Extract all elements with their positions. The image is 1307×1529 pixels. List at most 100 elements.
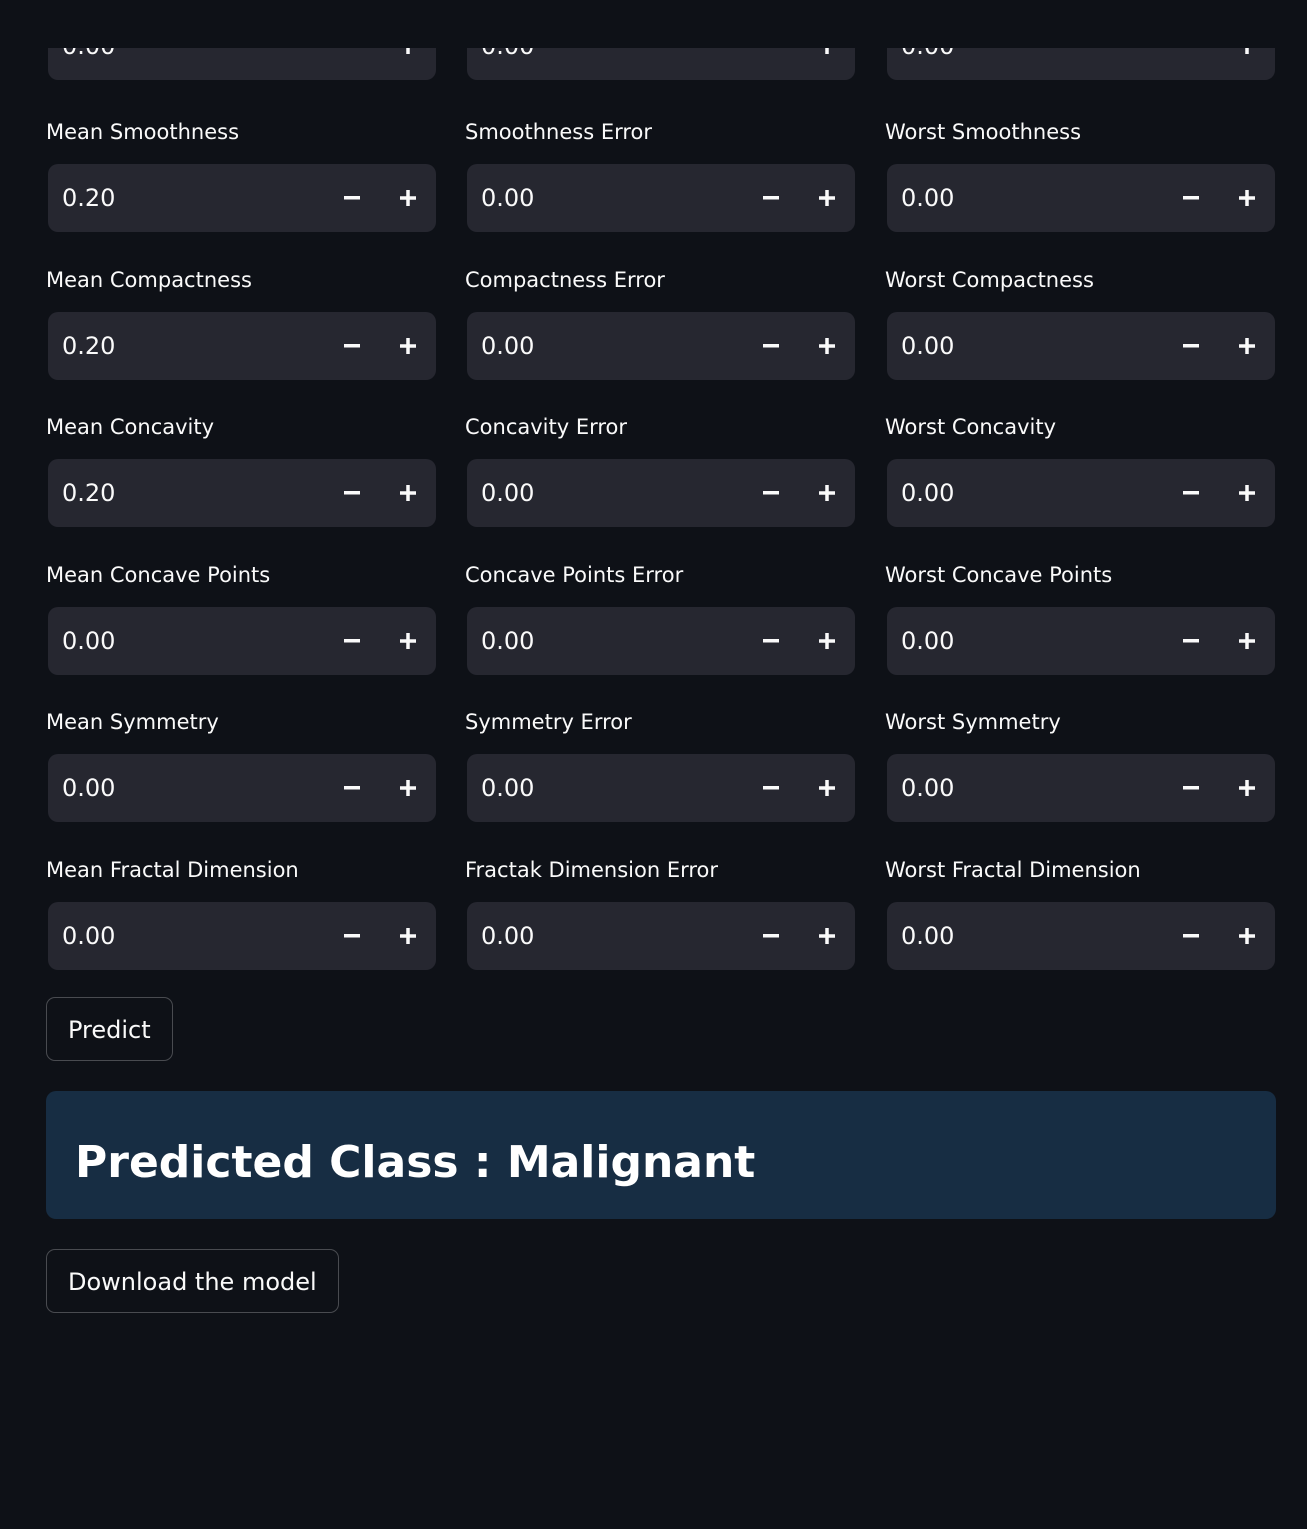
increment-button[interactable] xyxy=(799,164,855,232)
number-input[interactable]: 0.20 xyxy=(48,312,436,380)
decrement-button[interactable] xyxy=(743,754,799,822)
minus-icon xyxy=(763,491,779,495)
plus-icon xyxy=(1239,190,1255,206)
decrement-button[interactable] xyxy=(324,607,380,675)
prediction-result-box: Predicted Class : Malignant xyxy=(46,1091,1276,1219)
decrement-button[interactable] xyxy=(1163,754,1219,822)
number-input-value[interactable]: 0.00 xyxy=(481,312,534,380)
number-input-value[interactable]: 0.00 xyxy=(62,902,115,970)
decrement-button[interactable] xyxy=(743,312,799,380)
increment-button[interactable] xyxy=(799,312,855,380)
decrement-button[interactable] xyxy=(1163,312,1219,380)
decrement-button[interactable] xyxy=(324,902,380,970)
increment-button[interactable] xyxy=(799,754,855,822)
increment-button[interactable] xyxy=(799,902,855,970)
field-label: Mean Smoothness xyxy=(46,120,240,144)
number-input[interactable]: 0.00 xyxy=(887,607,1275,675)
increment-button[interactable] xyxy=(380,607,436,675)
increment-button[interactable] xyxy=(380,902,436,970)
number-input[interactable]: 0.00 xyxy=(467,902,855,970)
predict-button[interactable]: Predict xyxy=(46,997,173,1061)
field-label: Symmetry Error xyxy=(465,710,632,734)
plus-icon xyxy=(1239,338,1255,354)
minus-icon xyxy=(1183,786,1199,790)
decrement-button[interactable] xyxy=(324,754,380,822)
minus-icon xyxy=(1183,196,1199,200)
decrement-button[interactable] xyxy=(324,312,380,380)
number-input[interactable]: 0.00 xyxy=(887,754,1275,822)
number-input-value[interactable]: 0.00 xyxy=(901,902,954,970)
number-input-value[interactable]: 0.00 xyxy=(62,607,115,675)
decrement-button[interactable] xyxy=(743,607,799,675)
number-input[interactable]: 0.00 xyxy=(467,312,855,380)
decrement-button[interactable] xyxy=(743,902,799,970)
increment-button[interactable] xyxy=(1219,459,1275,527)
plus-icon xyxy=(1239,633,1255,649)
field-label: Mean Fractal Dimension xyxy=(46,858,299,882)
number-input-value[interactable]: 0.20 xyxy=(62,459,115,527)
number-input[interactable]: 0.00 xyxy=(887,459,1275,527)
plus-icon xyxy=(400,485,416,501)
increment-button[interactable] xyxy=(380,459,436,527)
prediction-result-text: Predicted Class : Malignant xyxy=(75,1137,756,1188)
increment-button[interactable] xyxy=(1219,902,1275,970)
number-input-value[interactable]: 0.00 xyxy=(901,754,954,822)
plus-icon xyxy=(819,633,835,649)
increment-button[interactable] xyxy=(1219,312,1275,380)
field-label: Mean Compactness xyxy=(46,268,252,292)
number-input-value[interactable]: 0.00 xyxy=(481,459,534,527)
increment-button[interactable] xyxy=(380,312,436,380)
number-input-value[interactable]: 0.00 xyxy=(481,607,534,675)
download-model-button[interactable]: Download the model xyxy=(46,1249,339,1313)
number-input[interactable]: 0.00 xyxy=(48,754,436,822)
number-input[interactable]: 0.20 xyxy=(48,459,436,527)
number-input-value[interactable]: 0.20 xyxy=(62,164,115,232)
increment-button[interactable] xyxy=(380,164,436,232)
field-label: Mean Concave Points xyxy=(46,563,271,587)
increment-button[interactable] xyxy=(380,754,436,822)
increment-button[interactable] xyxy=(1219,754,1275,822)
number-input-value[interactable]: 0.00 xyxy=(901,164,954,232)
number-input-value[interactable]: 0.00 xyxy=(62,754,115,822)
number-input[interactable]: 0.20 xyxy=(48,164,436,232)
plus-icon xyxy=(1239,928,1255,944)
number-input[interactable]: 0.00 xyxy=(887,164,1275,232)
increment-button[interactable] xyxy=(799,459,855,527)
plus-icon xyxy=(400,780,416,796)
number-input-value[interactable]: 0.00 xyxy=(901,312,954,380)
number-input[interactable]: 0.00 xyxy=(467,754,855,822)
number-input-value[interactable]: 0.00 xyxy=(481,902,534,970)
number-input[interactable]: 0.00 xyxy=(48,607,436,675)
field-label: Concavity Error xyxy=(465,415,628,439)
decrement-button[interactable] xyxy=(324,164,380,232)
decrement-button[interactable] xyxy=(743,164,799,232)
number-input[interactable]: 0.00 xyxy=(467,164,855,232)
decrement-button[interactable] xyxy=(743,459,799,527)
number-input[interactable]: 0.00 xyxy=(467,607,855,675)
number-input-value[interactable]: 0.00 xyxy=(901,607,954,675)
number-input-value[interactable]: 0.00 xyxy=(901,459,954,527)
number-input[interactable]: 0.00 xyxy=(887,902,1275,970)
decrement-button[interactable] xyxy=(1163,459,1219,527)
number-input[interactable]: 0.00 xyxy=(887,312,1275,380)
plus-icon xyxy=(819,928,835,944)
minus-icon xyxy=(344,934,360,938)
decrement-button[interactable] xyxy=(1163,164,1219,232)
minus-icon xyxy=(1183,344,1199,348)
increment-button[interactable] xyxy=(1219,607,1275,675)
decrement-button[interactable] xyxy=(324,459,380,527)
plus-icon xyxy=(400,928,416,944)
number-input[interactable]: 0.00 xyxy=(467,459,855,527)
decrement-button[interactable] xyxy=(1163,902,1219,970)
plus-icon xyxy=(400,338,416,354)
decrement-button[interactable] xyxy=(1163,607,1219,675)
number-input-value[interactable]: 0.00 xyxy=(481,164,534,232)
field-label: Fractak Dimension Error xyxy=(465,858,719,882)
field-label: Worst Symmetry xyxy=(885,710,1061,734)
number-input-value[interactable]: 0.00 xyxy=(481,754,534,822)
field-label: Smoothness Error xyxy=(465,120,653,144)
increment-button[interactable] xyxy=(1219,164,1275,232)
increment-button[interactable] xyxy=(799,607,855,675)
number-input-value[interactable]: 0.20 xyxy=(62,312,115,380)
number-input[interactable]: 0.00 xyxy=(48,902,436,970)
